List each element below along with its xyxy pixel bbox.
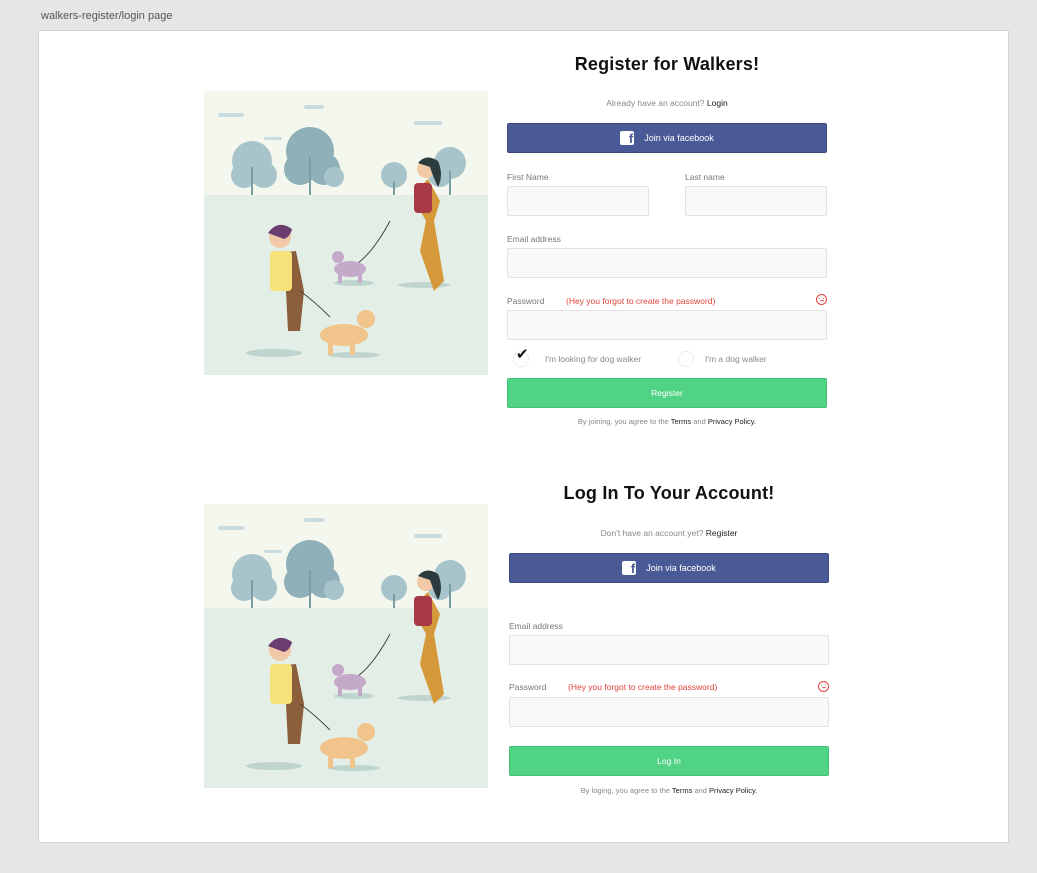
facebook-join-button[interactable]: f Join via facebook: [509, 553, 829, 583]
no-account-text: Don't have an account yet?: [600, 528, 704, 538]
login-form: Log In To Your Account! Don't have an ac…: [509, 31, 829, 831]
dog-walking-illustration: [204, 91, 488, 375]
sad-face-icon: [818, 681, 829, 692]
login-email-input[interactable]: [509, 635, 829, 665]
login-button[interactable]: Log In: [509, 746, 829, 776]
privacy-link[interactable]: Privacy Policy.: [709, 786, 757, 795]
terms-and: and: [694, 786, 707, 795]
dog-walking-illustration: [204, 504, 488, 788]
artboard: Register for Walkers! Already have an ac…: [38, 30, 1009, 843]
login-password-input[interactable]: [509, 697, 829, 727]
login-title: Log In To Your Account!: [563, 483, 775, 503]
register-link[interactable]: Register: [706, 528, 738, 538]
login-no-account: Don't have an account yet? Register: [509, 528, 829, 538]
facebook-join-label: Join via facebook: [646, 563, 716, 573]
facebook-icon: f: [622, 561, 637, 576]
login-password-error: (Hey you forgot to create the password): [568, 682, 718, 692]
login-password-label: Password: [509, 682, 547, 692]
terms-prefix: By loging, you agree to the: [580, 786, 670, 795]
login-email-label: Email address: [509, 621, 563, 631]
frame-label: walkers-register/login page: [41, 10, 173, 22]
terms-link[interactable]: Terms: [672, 786, 692, 795]
login-terms: By loging, you agree to the Terms and Pr…: [509, 786, 829, 795]
